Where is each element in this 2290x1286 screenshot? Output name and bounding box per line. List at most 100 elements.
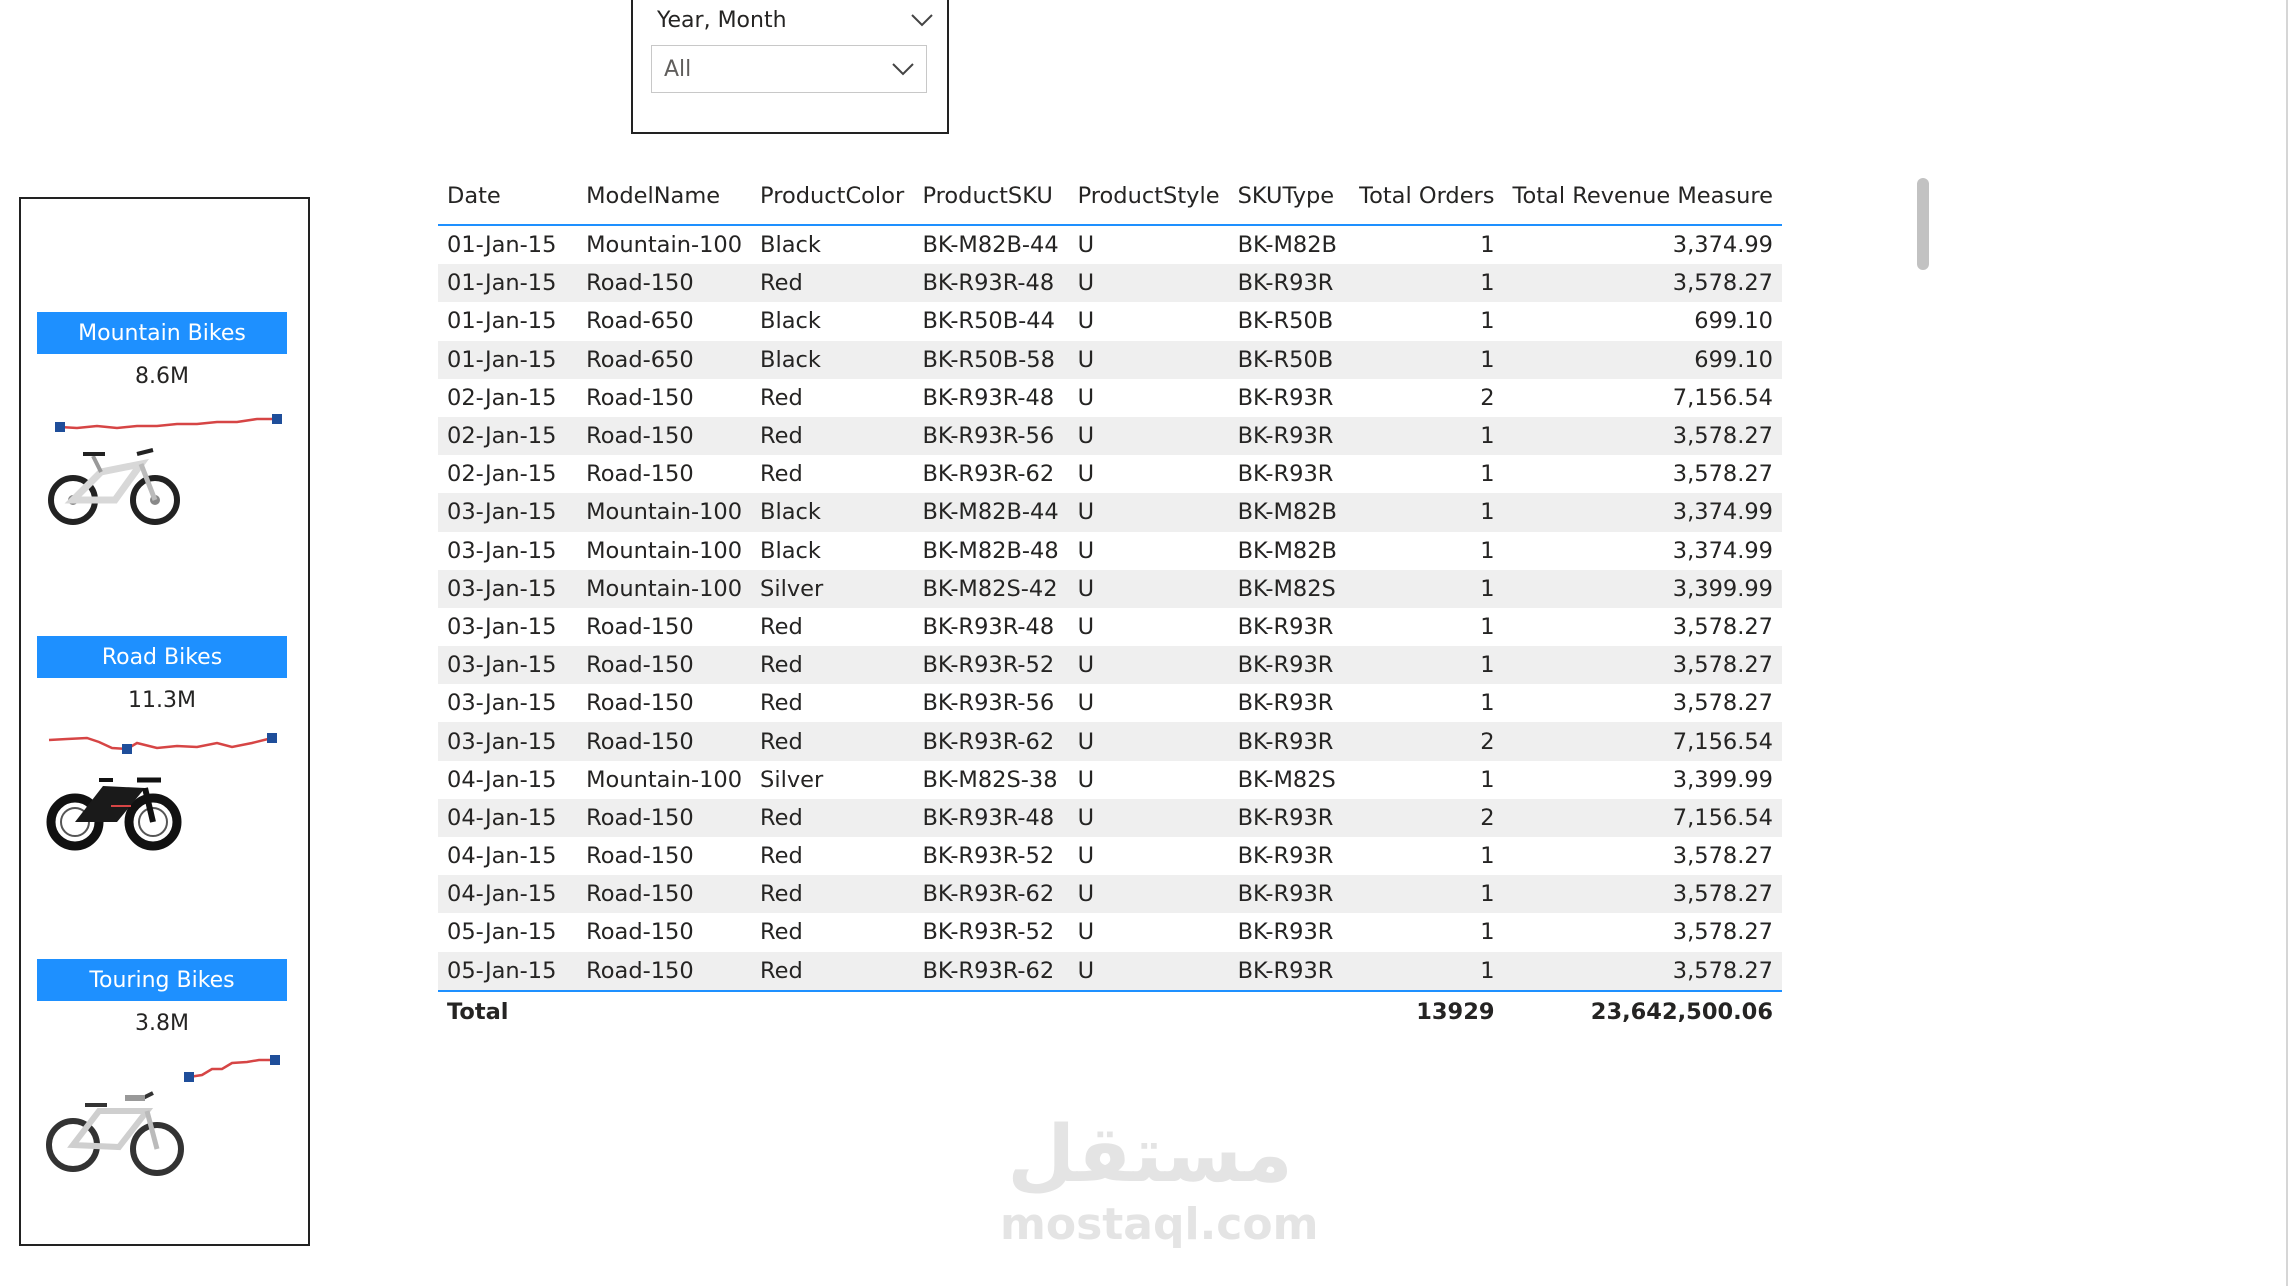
column-header-productsku[interactable]: ProductSKU — [913, 168, 1069, 226]
table-row[interactable]: 04-Jan-15 Road-150 Red BK-R93R-62 U BK-R93R 1 3… — [438, 875, 1782, 914]
cell-productstyle: U — [1068, 264, 1229, 303]
cell-date: 04-Jan-15 — [447, 843, 557, 870]
cell-modelname: Road-150 — [586, 919, 694, 946]
cell-productcolor: Red — [760, 461, 803, 488]
cell-skutype: BK-R93R — [1237, 690, 1334, 717]
cell-productstyle: U — [1068, 798, 1229, 837]
column-header-productcolor[interactable]: ProductColor — [751, 168, 914, 226]
cell-total-orders: 1 — [1480, 766, 1495, 793]
cell-productsku: BK-R93R-52 — [922, 843, 1055, 870]
table-row[interactable]: 03-Jan-15 Road-150 Red BK-R93R-56 U BK-R93R 1 3… — [438, 684, 1782, 722]
cell-productcolor: Silver — [760, 766, 824, 793]
cell-total-revenue: 7,156.54 — [1672, 384, 1773, 411]
sparkline-max-marker — [272, 414, 282, 424]
category-card-touring[interactable]: Touring Bikes 3.8M — [37, 959, 287, 1176]
cell-date: 01-Jan-15 — [438, 264, 578, 303]
cell-total-revenue: 699.10 — [1694, 308, 1773, 335]
cell-skutype: BK-M82B — [1228, 493, 1349, 532]
category-panel: Mountain Bikes 8.6M Road Bikes 11.3M Tou… — [19, 197, 310, 1246]
cell-skutype: BK-M82B — [1237, 232, 1337, 259]
cell-productsku: BK-R93R-56 — [913, 416, 1069, 456]
cell-productsku: BK-R93R-56 — [922, 690, 1055, 717]
table-row[interactable]: 01-Jan-15 Road-150 Red BK-R93R-48 U BK-R93R 1 3… — [438, 264, 1782, 303]
table-row[interactable]: 03-Jan-15 Road-150 Red BK-R93R-48 U BK-R93R 1 3… — [438, 608, 1782, 646]
sparkline-min-marker — [55, 422, 65, 432]
cell-total-orders: 1 — [1480, 232, 1495, 259]
cell-total-revenue: 3,374.99 — [1672, 537, 1773, 564]
cell-modelname: Road-150 — [577, 264, 752, 303]
cell-date: 02-Jan-15 — [447, 461, 557, 488]
table-row[interactable]: 02-Jan-15 Road-150 Red BK-R93R-48 U BK-R93R 2 7… — [438, 379, 1782, 417]
column-header-total-revenue[interactable]: Total Revenue Measure — [1503, 168, 1782, 226]
cell-productcolor: Black — [760, 308, 821, 335]
table-row[interactable]: 02-Jan-15 Road-150 Red BK-R93R-62 U BK-R93R 1 3… — [438, 455, 1782, 493]
table-header-row: Date ModelName ProductColor ProductSKU P… — [438, 168, 1782, 226]
cell-productsku: BK-M82B-48 — [922, 537, 1059, 564]
total-label: Total — [438, 989, 578, 1032]
chevron-down-icon[interactable] — [892, 62, 914, 76]
table-row[interactable]: 03-Jan-15 Road-150 Red BK-R93R-52 U BK-R93R 1 3… — [438, 646, 1782, 685]
column-header-skutype[interactable]: SKUType — [1228, 168, 1349, 226]
table-row[interactable]: 01-Jan-15 Mountain-100 Black BK-M82B-44 U BK-… — [438, 225, 1782, 264]
cell-productsku: BK-M82S-38 — [922, 766, 1058, 793]
cell-date: 04-Jan-15 — [447, 766, 557, 793]
sparkline-max-marker — [267, 733, 277, 743]
table-row[interactable]: 03-Jan-15 Mountain-100 Black BK-M82B-48 U BK-… — [438, 532, 1782, 570]
table-row[interactable]: 02-Jan-15 Road-150 Red BK-R93R-56 U BK-R93R 1 3… — [438, 416, 1782, 456]
slicer-header[interactable]: Year, Month — [657, 0, 933, 40]
table-row[interactable]: 04-Jan-15 Mountain-100 Silver BK-M82S-38 U BK… — [438, 761, 1782, 799]
table-row[interactable]: 03-Jan-15 Mountain-100 Black BK-M82B-44 U BK-… — [438, 493, 1782, 532]
category-value: 8.6M — [135, 364, 189, 389]
table-row[interactable]: 05-Jan-15 Road-150 Red BK-R93R-52 U BK-R93R 1 3… — [438, 913, 1782, 951]
cell-date: 03-Jan-15 — [438, 493, 578, 532]
cell-productcolor: Black — [751, 493, 914, 532]
column-header-total-orders[interactable]: Total Orders — [1348, 168, 1504, 226]
cell-productstyle: U — [1068, 951, 1229, 991]
cell-modelname: Road-150 — [586, 843, 694, 870]
column-header-date[interactable]: Date — [438, 168, 578, 226]
category-value: 3.8M — [135, 1011, 189, 1036]
column-header-modelname[interactable]: ModelName — [577, 168, 752, 226]
cell-productcolor: Silver — [751, 569, 914, 608]
cell-total-orders: 1 — [1348, 264, 1504, 303]
category-label[interactable]: Touring Bikes — [37, 959, 287, 1001]
category-card-road[interactable]: Road Bikes 11.3M — [37, 636, 287, 851]
category-value: 11.3M — [128, 688, 196, 713]
cell-skutype: BK-M82S — [1237, 766, 1336, 793]
table-row[interactable]: 05-Jan-15 Road-150 Red BK-R93R-62 U BK-R93R 1 3… — [438, 951, 1782, 991]
cell-total-revenue: 3,578.27 — [1503, 264, 1782, 303]
category-label[interactable]: Road Bikes — [37, 636, 287, 678]
cell-productstyle: U — [1068, 875, 1229, 914]
table-row[interactable]: 04-Jan-15 Road-150 Red BK-R93R-52 U BK-R93R 1 3… — [438, 837, 1782, 875]
category-label[interactable]: Mountain Bikes — [37, 312, 287, 354]
cell-total-orders: 1 — [1480, 308, 1495, 335]
cell-productstyle: U — [1077, 843, 1095, 870]
cell-productstyle: U — [1077, 232, 1095, 259]
cell-modelname: Mountain-100 — [586, 232, 743, 259]
cell-productsku: BK-M82B-44 — [913, 493, 1069, 532]
table-row[interactable]: 03-Jan-15 Mountain-100 Silver BK-M82S-42 U BK… — [438, 569, 1782, 608]
table-scrollbar[interactable] — [1917, 178, 1929, 270]
cell-total-revenue: 3,399.99 — [1672, 766, 1773, 793]
cell-modelname: Mountain-100 — [577, 493, 752, 532]
cell-skutype: BK-R93R — [1237, 384, 1334, 411]
year-month-slicer[interactable]: Year, Month All — [631, 0, 949, 134]
category-card-mountain[interactable]: Mountain Bikes 8.6M — [37, 312, 287, 525]
cell-skutype: BK-R93R — [1228, 875, 1349, 914]
slicer-dropdown[interactable]: All — [651, 45, 927, 93]
cell-total-revenue: 3,578.27 — [1503, 646, 1782, 685]
cell-productsku: BK-R93R-48 — [922, 613, 1055, 640]
column-header-productstyle[interactable]: ProductStyle — [1068, 168, 1229, 226]
cell-modelname: Road-150 — [577, 951, 752, 991]
table-row[interactable]: 01-Jan-15 Road-650 Black BK-R50B-44 U BK-R50B… — [438, 302, 1782, 340]
cell-date: 02-Jan-15 — [438, 416, 578, 456]
table-row[interactable]: 03-Jan-15 Road-150 Red BK-R93R-62 U BK-R93R 2 7… — [438, 722, 1782, 761]
cell-productstyle: U — [1068, 340, 1229, 379]
chevron-down-icon[interactable] — [911, 13, 933, 27]
cell-date: 03-Jan-15 — [447, 613, 557, 640]
total-revenue: 23,642,500.06 — [1503, 989, 1782, 1032]
cell-total-revenue: 3,578.27 — [1503, 875, 1782, 914]
cell-productstyle: U — [1077, 613, 1095, 640]
table-row[interactable]: 04-Jan-15 Road-150 Red BK-R93R-48 U BK-R93R 2 7… — [438, 798, 1782, 837]
table-row[interactable]: 01-Jan-15 Road-650 Black BK-R50B-58 U BK-R50B… — [438, 340, 1782, 379]
